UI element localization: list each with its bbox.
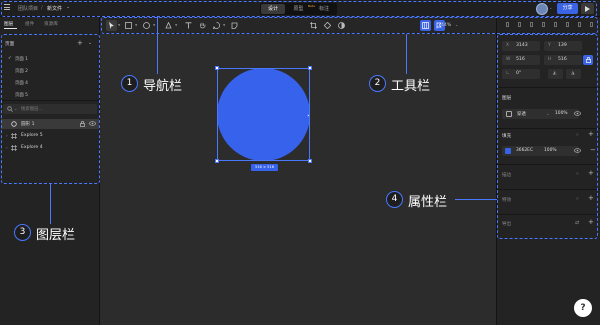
radius-handle[interactable] (307, 114, 310, 117)
size-tag: 516 × 516 (251, 164, 278, 171)
leader-line (157, 17, 158, 74)
resize-handle[interactable] (308, 66, 312, 70)
callout-label: 图层栏 (36, 228, 76, 243)
callout-label: 属性栏 (408, 195, 448, 210)
active-tab-indicator (4, 28, 17, 29)
annotation-nav-region (1, 1, 597, 17)
callout-number: 1 (121, 75, 138, 92)
callout-label: 工具栏 (391, 79, 431, 94)
leader-line (406, 34, 407, 74)
tab-layers[interactable]: 图层 (4, 21, 13, 27)
resize-handle[interactable] (215, 159, 219, 163)
callout-label: 导航栏 (143, 79, 183, 94)
callout-number: 3 (14, 224, 31, 241)
annotation-toolbar-region (101, 17, 598, 34)
leader-line (50, 184, 51, 224)
resize-handle[interactable] (215, 66, 219, 70)
help-button[interactable]: ? (574, 299, 592, 317)
tab-assets[interactable]: 资源库 (44, 21, 58, 27)
tab-components[interactable]: 组件 (25, 21, 34, 27)
selection-box (217, 68, 310, 161)
resize-handle[interactable] (308, 159, 312, 163)
leader-line (455, 199, 497, 200)
callout-number: 4 (386, 191, 403, 208)
canvas[interactable]: ▼ ▼ ▼ ▼ ▼ 44% ⌄ 516 × 516 (101, 17, 496, 325)
callout-number: 2 (369, 75, 386, 92)
annotation-properties-region (497, 34, 598, 239)
annotation-layers-region (1, 34, 100, 184)
